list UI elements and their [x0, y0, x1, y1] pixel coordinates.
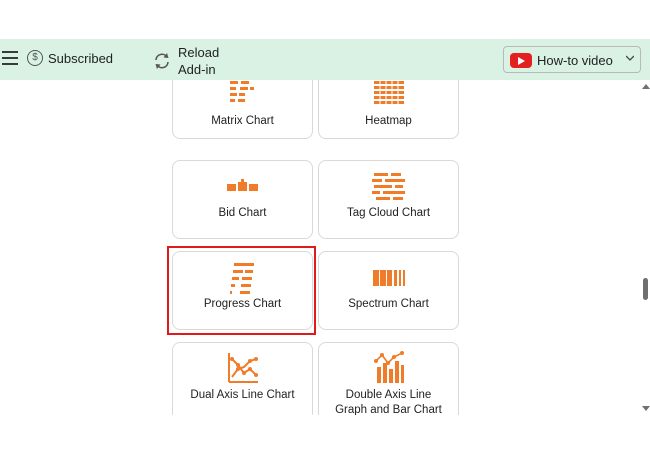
- chart-label-line1: Double Axis Line: [345, 389, 432, 401]
- howto-video-dropdown[interactable]: How-to video: [503, 46, 641, 73]
- scrollbar-thumb[interactable]: [643, 278, 648, 300]
- chart-label-line2: Graph and Bar Chart: [335, 404, 442, 415]
- chart-card-tag-cloud[interactable]: Tag Cloud Chart: [318, 160, 459, 239]
- chart-gallery: Matrix Chart Heatmap Bid Chart Tag Cloud…: [0, 80, 650, 415]
- vertical-scrollbar[interactable]: [641, 80, 650, 415]
- chart-label: Spectrum Chart: [348, 298, 429, 310]
- tag-cloud-chart-icon: [371, 173, 405, 200]
- dollar-circle-icon: $: [27, 50, 43, 66]
- chart-card-heatmap[interactable]: Heatmap: [318, 80, 459, 139]
- chart-card-double-axis-line-bar[interactable]: Double Axis Line Graph and Bar Chart: [318, 342, 459, 415]
- refresh-icon[interactable]: [152, 51, 172, 71]
- chart-label: Heatmap: [365, 115, 412, 127]
- reload-label-line2: Add-in: [178, 62, 216, 77]
- scroll-down-arrow-icon[interactable]: [642, 406, 650, 411]
- chart-label: Dual Axis Line Chart: [190, 389, 295, 401]
- matrix-chart-icon: [229, 81, 254, 102]
- youtube-icon: [510, 53, 532, 68]
- howto-video-label: How-to video: [537, 53, 613, 68]
- chart-card-spectrum[interactable]: Spectrum Chart: [318, 251, 459, 330]
- chart-label: Matrix Chart: [211, 115, 274, 127]
- chart-card-matrix[interactable]: Matrix Chart: [172, 80, 313, 139]
- reload-addin-button[interactable]: Reload Add-in: [178, 44, 219, 78]
- double-axis-line-bar-chart-icon: [373, 351, 404, 383]
- hamburger-icon[interactable]: [2, 51, 18, 67]
- reload-label-line1: Reload: [178, 45, 220, 60]
- chevron-down-icon: [626, 55, 634, 61]
- selection-highlight: [167, 246, 316, 335]
- chart-label: Tag Cloud Chart: [346, 207, 431, 219]
- scroll-up-arrow-icon[interactable]: [642, 84, 650, 89]
- chart-label: Bid Chart: [218, 207, 267, 219]
- bid-chart-icon: [226, 179, 258, 191]
- dual-axis-line-chart-icon: [227, 353, 258, 383]
- subscription-status: Subscribed: [48, 51, 114, 66]
- heatmap-icon: [373, 80, 404, 107]
- spectrum-chart-icon: [372, 270, 405, 286]
- chart-card-bid[interactable]: Bid Chart: [172, 160, 313, 239]
- chart-card-dual-axis-line[interactable]: Dual Axis Line Chart: [172, 342, 313, 415]
